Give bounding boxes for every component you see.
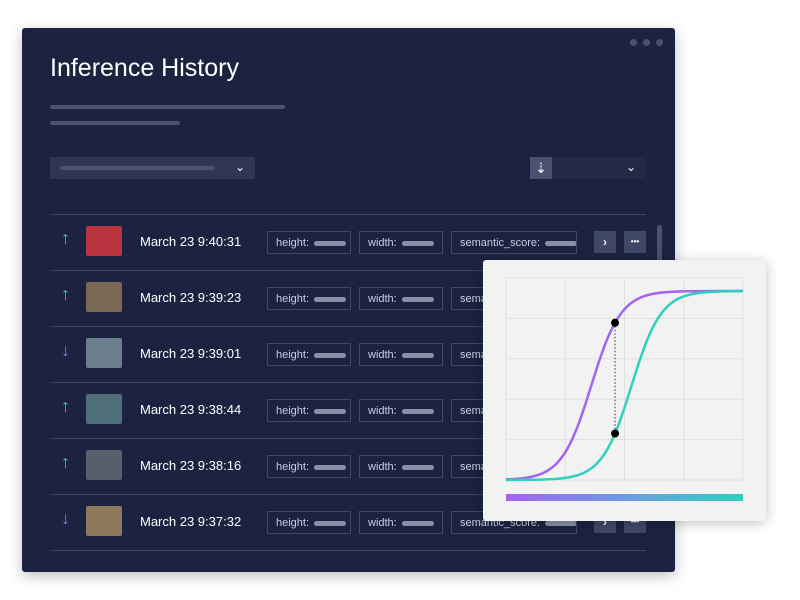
sort-descending-icon[interactable]: ⇣ xyxy=(530,157,552,179)
arrow-down-icon: ↓ xyxy=(61,340,70,360)
open-button[interactable]: › xyxy=(594,231,616,253)
window-controls[interactable] xyxy=(630,39,663,46)
timestamp: March 23 9:38:44 xyxy=(140,402,242,417)
width-field: width: xyxy=(359,231,443,254)
timestamp: March 23 9:39:01 xyxy=(140,346,242,361)
height-field: height: xyxy=(267,231,351,254)
thumbnail[interactable] xyxy=(86,394,122,424)
width-field: width: xyxy=(359,511,443,534)
score-curve-card xyxy=(483,260,766,521)
description-placeholder xyxy=(50,121,180,125)
chevron-down-icon: ⌄ xyxy=(625,160,636,174)
filter-dropdown[interactable]: ⌄ xyxy=(50,157,255,179)
timestamp: March 23 9:38:16 xyxy=(140,458,242,473)
width-field: width: xyxy=(359,455,443,478)
divider xyxy=(51,550,646,551)
thumbnail[interactable] xyxy=(86,506,122,536)
description-placeholder xyxy=(50,105,285,109)
chevron-down-icon: ⌄ xyxy=(234,160,245,174)
sort-dropdown[interactable]: ⌄ xyxy=(552,157,646,179)
gradient-legend-bar xyxy=(506,494,743,501)
semantic-score-field: semantic_score: xyxy=(451,231,577,254)
marker-point-1[interactable] xyxy=(611,429,620,438)
thumbnail[interactable] xyxy=(86,226,122,256)
width-field: width: xyxy=(359,343,443,366)
width-field: width: xyxy=(359,287,443,310)
thumbnail[interactable] xyxy=(86,282,122,312)
height-field: height: xyxy=(267,511,351,534)
timestamp: March 23 9:37:32 xyxy=(140,514,242,529)
marker-point-0[interactable] xyxy=(611,318,620,327)
scrollbar[interactable] xyxy=(657,225,662,261)
page-title: Inference History xyxy=(50,54,239,82)
thumbnail[interactable] xyxy=(86,338,122,368)
height-field: height: xyxy=(267,399,351,422)
timestamp: March 23 9:39:23 xyxy=(140,290,242,305)
timestamp: March 23 9:40:31 xyxy=(140,234,242,249)
width-field: width: xyxy=(359,399,443,422)
arrow-up-icon: ↑ xyxy=(61,228,70,248)
thumbnail[interactable] xyxy=(86,450,122,480)
arrow-up-icon: ↑ xyxy=(61,396,70,416)
more-button[interactable]: ••• xyxy=(624,231,646,253)
arrow-up-icon: ↑ xyxy=(61,452,70,472)
arrow-up-icon: ↑ xyxy=(61,284,70,304)
arrow-down-icon: ↓ xyxy=(61,508,70,528)
height-field: height: xyxy=(267,455,351,478)
sigmoid-chart xyxy=(505,277,744,482)
height-field: height: xyxy=(267,287,351,310)
height-field: height: xyxy=(267,343,351,366)
